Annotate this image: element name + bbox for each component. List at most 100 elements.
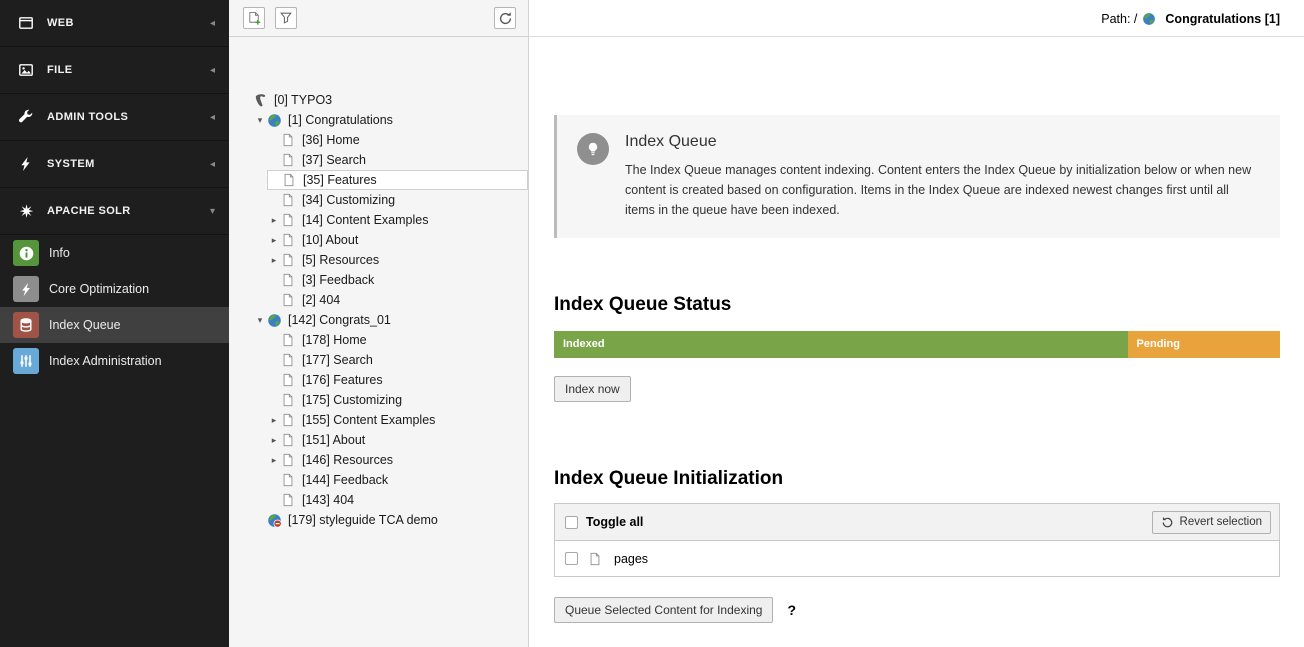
- tree-indent: [239, 380, 267, 381]
- tree-node[interactable]: [0] TYPO3: [229, 90, 528, 110]
- tree-node[interactable]: [3] Feedback: [229, 270, 528, 290]
- expand-icon[interactable]: ▸: [267, 215, 281, 226]
- revert-selection-button[interactable]: Revert selection: [1152, 511, 1271, 534]
- solr-item-label: Index Administration: [49, 354, 162, 368]
- path-prefix: Path: /: [1101, 12, 1137, 26]
- typo3-icon: [253, 93, 271, 108]
- tree-node[interactable]: [144] Feedback: [229, 470, 528, 490]
- tree-node-inner: ▾ [142] Congrats_01: [253, 310, 528, 330]
- tree-node-label: [2] 404: [299, 293, 340, 307]
- tree-node[interactable]: [35] Features: [229, 170, 528, 190]
- solr-item-core-optimization[interactable]: Core Optimization: [0, 271, 229, 307]
- solr-item-label: Index Queue: [49, 318, 121, 332]
- tree-node-inner: ▸ [146] Resources: [267, 450, 528, 470]
- revert-icon: [1161, 516, 1174, 529]
- path-current-page[interactable]: Congratulations [1]: [1165, 12, 1280, 26]
- tree-node-label: [14] Content Examples: [299, 213, 428, 227]
- tree-node-label: [142] Congrats_01: [285, 313, 391, 327]
- tree-node-label: [178] Home: [299, 333, 367, 347]
- collapse-icon[interactable]: ▾: [253, 115, 267, 126]
- tree-node[interactable]: ▸ [146] Resources: [229, 450, 528, 470]
- tree-node-inner: [37] Search: [267, 150, 528, 170]
- tree-indent: [239, 180, 267, 181]
- tree-node-label: [146] Resources: [299, 453, 393, 467]
- tree-node[interactable]: ▾ [142] Congrats_01: [229, 310, 528, 330]
- tree-node-inner: ▸ [151] About: [267, 430, 528, 450]
- index-now-button[interactable]: Index now: [554, 376, 631, 402]
- help-icon[interactable]: ?: [787, 602, 796, 618]
- module-apache-solr[interactable]: APACHE SOLR ▾: [0, 188, 229, 235]
- info-icon: [13, 240, 39, 266]
- init-table-body: pages: [555, 541, 1279, 576]
- tree-node[interactable]: [175] Customizing: [229, 390, 528, 410]
- module-file[interactable]: FILE ◂: [0, 47, 229, 94]
- tree-node[interactable]: ▸ [14] Content Examples: [229, 210, 528, 230]
- tree-node[interactable]: ▸ [155] Content Examples: [229, 410, 528, 430]
- tree-node[interactable]: [34] Customizing: [229, 190, 528, 210]
- chevron-down-icon: ▾: [210, 206, 215, 217]
- toggle-all-checkbox[interactable]: [565, 516, 578, 529]
- tree-indent: [239, 160, 267, 161]
- solr-item-label: Info: [49, 246, 70, 260]
- refresh-button[interactable]: [494, 7, 516, 29]
- page-icon: [281, 293, 299, 307]
- tree-indent: [239, 120, 253, 121]
- expand-icon[interactable]: ▸: [267, 415, 281, 426]
- row-checkbox[interactable]: [565, 552, 578, 565]
- tree-node[interactable]: ▸ [10] About: [229, 230, 528, 250]
- tree-node-label: [37] Search: [299, 153, 366, 167]
- tree-node[interactable]: [36] Home: [229, 130, 528, 150]
- tree-node[interactable]: [2] 404: [229, 290, 528, 310]
- index-progress-bar: Indexed Pending: [554, 331, 1280, 358]
- tree-node[interactable]: ▾ [1] Congratulations: [229, 110, 528, 130]
- tree-node[interactable]: [143] 404: [229, 490, 528, 510]
- filter-button[interactable]: [275, 7, 297, 29]
- tree-indent: [239, 420, 267, 421]
- tree-node-label: [5] Resources: [299, 253, 379, 267]
- tree-node-label: [34] Customizing: [299, 193, 395, 207]
- module-label: FILE: [47, 64, 210, 76]
- initialization-table: Toggle all Revert selection pages: [554, 503, 1280, 577]
- tree-node-inner: [3] Feedback: [267, 270, 528, 290]
- expand-icon[interactable]: ▸: [267, 235, 281, 246]
- queue-selected-button[interactable]: Queue Selected Content for Indexing: [554, 597, 773, 623]
- tree-node[interactable]: [176] Features: [229, 370, 528, 390]
- tree-node-inner: [143] 404: [267, 490, 528, 510]
- solr-item-index-administration[interactable]: Index Administration: [0, 343, 229, 379]
- tree-node-inner: [177] Search: [267, 350, 528, 370]
- collapse-icon[interactable]: ▾: [253, 315, 267, 326]
- tree-indent: [239, 460, 267, 461]
- tree-node-inner: [35] Features: [267, 170, 528, 190]
- page-icon: [281, 233, 299, 247]
- expand-icon[interactable]: ▸: [267, 255, 281, 266]
- solr-submenu: Info Core Optimization Index Queue Index…: [0, 235, 229, 379]
- tree-node[interactable]: [179] styleguide TCA demo: [229, 510, 528, 530]
- tree-node[interactable]: [177] Search: [229, 350, 528, 370]
- tree-indent: [239, 400, 267, 401]
- tree-indent: [239, 320, 253, 321]
- tree-node-inner: [176] Features: [267, 370, 528, 390]
- tree-node[interactable]: ▸ [5] Resources: [229, 250, 528, 270]
- tree-node-label: [177] Search: [299, 353, 373, 367]
- tree-node[interactable]: ▸ [151] About: [229, 430, 528, 450]
- tree-node[interactable]: [178] Home: [229, 330, 528, 350]
- expand-icon[interactable]: ▸: [267, 455, 281, 466]
- page-icon: [588, 552, 606, 566]
- progress-segment-pending: Pending: [1128, 331, 1280, 358]
- callout-body: The Index Queue manages content indexing…: [625, 160, 1260, 220]
- tree-node-label: [151] About: [299, 433, 365, 447]
- chevron-left-icon: ◂: [210, 112, 215, 123]
- tree-indent: [239, 260, 267, 261]
- module-web[interactable]: WEB ◂: [0, 0, 229, 47]
- module-system[interactable]: SYSTEM ◂: [0, 141, 229, 188]
- tree-node-inner: ▸ [155] Content Examples: [267, 410, 528, 430]
- solr-item-info[interactable]: Info: [0, 235, 229, 271]
- tree-node[interactable]: [37] Search: [229, 150, 528, 170]
- module-admin-tools[interactable]: ADMIN TOOLS ◂: [0, 94, 229, 141]
- tree-node-inner: ▸ [10] About: [267, 230, 528, 250]
- tree-node-label: [155] Content Examples: [299, 413, 435, 427]
- new-page-button[interactable]: [243, 7, 265, 29]
- solr-item-index-queue[interactable]: Index Queue: [0, 307, 229, 343]
- expand-icon[interactable]: ▸: [267, 435, 281, 446]
- admin-tools-module-icon: [16, 108, 36, 126]
